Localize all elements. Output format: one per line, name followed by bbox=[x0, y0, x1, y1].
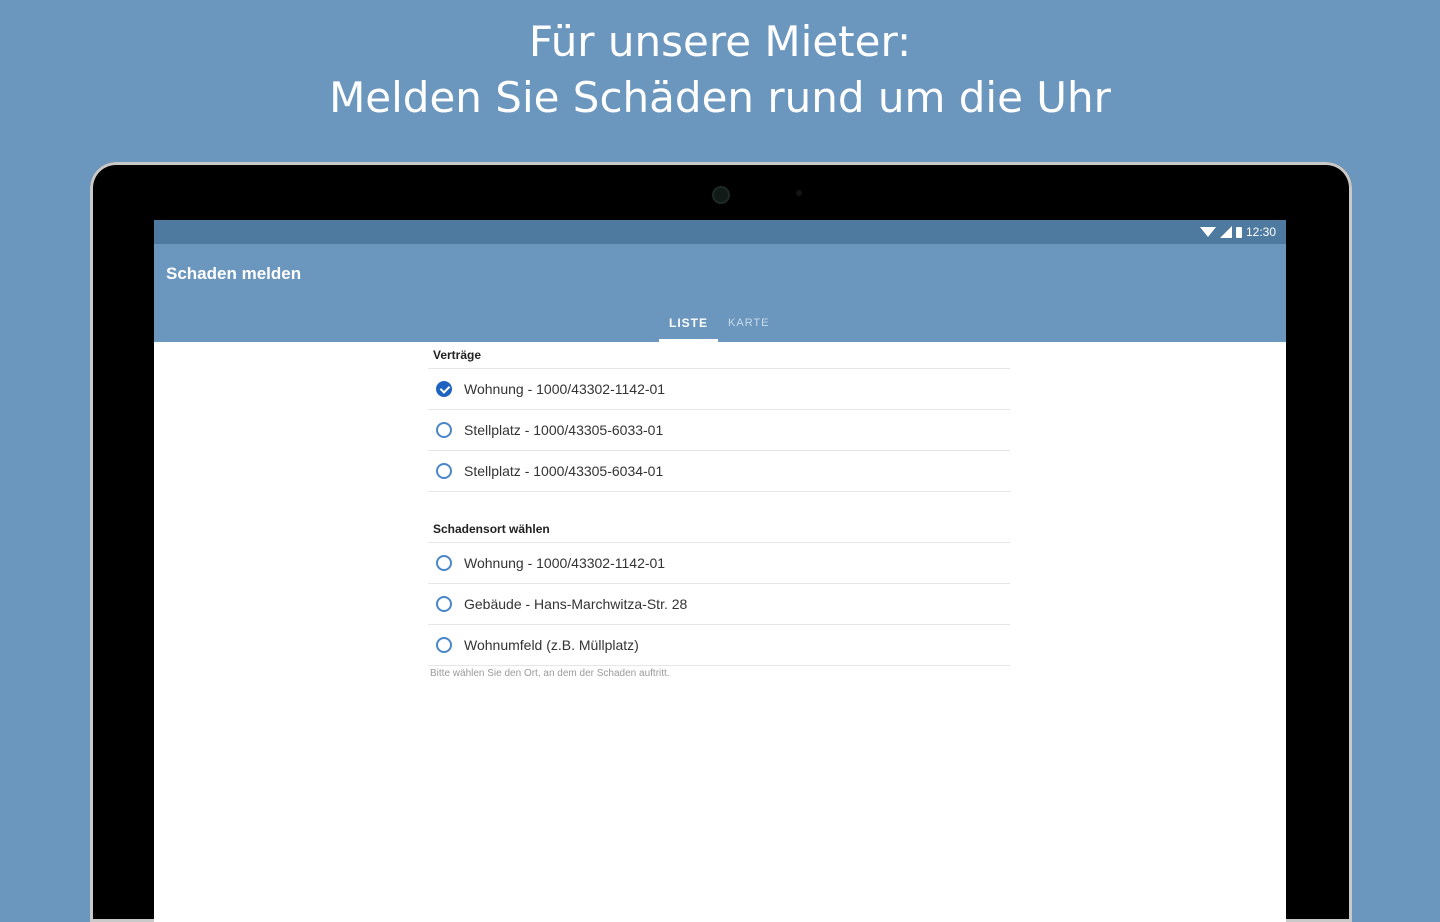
status-icons: 12:30 bbox=[1199, 224, 1276, 240]
tablet-frame: 12:30 Schaden melden LISTE KARTE Verträg… bbox=[90, 162, 1352, 922]
location-option-gebaeude[interactable]: Gebäude - Hans-Marchwitza-Str. 28 bbox=[428, 584, 1010, 625]
tablet-screen: 12:30 Schaden melden LISTE KARTE Verträg… bbox=[154, 220, 1286, 922]
app-bar: Schaden melden LISTE KARTE bbox=[154, 244, 1286, 342]
status-time: 12:30 bbox=[1245, 225, 1276, 239]
location-option-wohnumfeld[interactable]: Wohnumfeld (z.B. Müllplatz) bbox=[428, 625, 1010, 666]
location-option-label: Wohnumfeld (z.B. Müllplatz) bbox=[464, 637, 639, 653]
tab-karte[interactable]: KARTE bbox=[718, 310, 779, 342]
tab-bar: LISTE KARTE bbox=[659, 310, 780, 342]
contract-option-stellplatz-1[interactable]: Stellplatz - 1000/43305-6033-01 bbox=[428, 410, 1010, 451]
wifi-icon bbox=[1199, 227, 1216, 237]
radio-unchecked-icon[interactable] bbox=[436, 596, 452, 612]
contract-option-label: Stellplatz - 1000/43305-6033-01 bbox=[464, 422, 664, 438]
contract-option-label: Stellplatz - 1000/43305-6034-01 bbox=[464, 463, 664, 479]
contracts-heading: Verträge bbox=[428, 342, 1010, 369]
camera-icon bbox=[712, 186, 730, 204]
location-option-label: Wohnung - 1000/43302-1142-01 bbox=[464, 555, 666, 571]
promo-headline: Für unsere Mieter: Melden Sie Schäden ru… bbox=[0, 14, 1440, 126]
location-option-label: Gebäude - Hans-Marchwitza-Str. 28 bbox=[464, 596, 688, 612]
status-bar: 12:30 bbox=[154, 220, 1286, 244]
radio-unchecked-icon[interactable] bbox=[436, 637, 452, 653]
sensor-icon bbox=[796, 190, 802, 196]
battery-icon bbox=[1235, 226, 1242, 238]
location-heading: Schadensort wählen bbox=[428, 516, 1010, 543]
tab-liste[interactable]: LISTE bbox=[659, 310, 719, 342]
contract-option-stellplatz-2[interactable]: Stellplatz - 1000/43305-6034-01 bbox=[428, 451, 1010, 492]
radio-unchecked-icon[interactable] bbox=[436, 422, 452, 438]
signal-icon bbox=[1219, 226, 1232, 238]
contract-option-wohnung[interactable]: Wohnung - 1000/43302-1142-01 bbox=[428, 369, 1010, 410]
headline-line-1: Für unsere Mieter: bbox=[528, 17, 912, 66]
selection-content: Verträge Wohnung - 1000/43302-1142-01 St… bbox=[428, 342, 1010, 679]
radio-unchecked-icon[interactable] bbox=[436, 555, 452, 571]
app-title: Schaden melden bbox=[166, 264, 302, 283]
headline-line-2: Melden Sie Schäden rund um die Uhr bbox=[329, 73, 1111, 122]
radio-unchecked-icon[interactable] bbox=[436, 463, 452, 479]
contract-option-label: Wohnung - 1000/43302-1142-01 bbox=[464, 381, 666, 397]
radio-checked-icon[interactable] bbox=[436, 381, 452, 397]
location-option-wohnung[interactable]: Wohnung - 1000/43302-1142-01 bbox=[428, 543, 1010, 584]
location-helper-text: Bitte wählen Sie den Ort, an dem der Sch… bbox=[430, 668, 670, 679]
